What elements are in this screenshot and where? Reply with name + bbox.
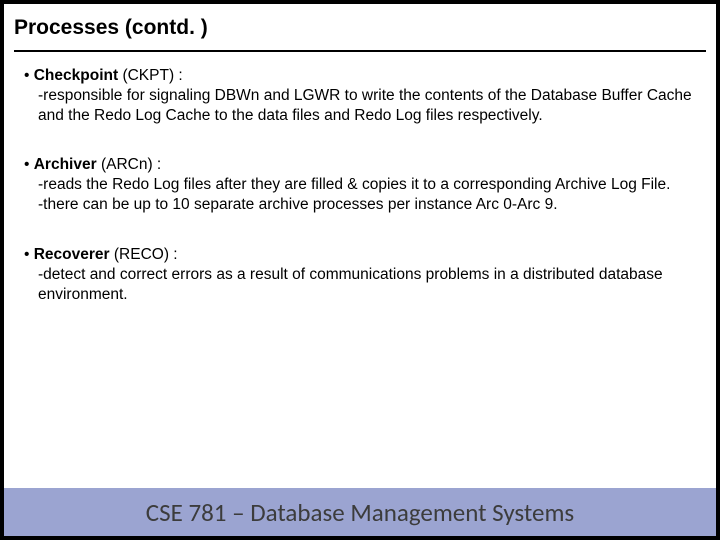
bullet-item: Checkpoint (CKPT) : -responsible for sig… xyxy=(24,66,698,125)
footer-text: CSE 781 – Database Management Systems xyxy=(146,497,574,528)
footer-bar: CSE 781 – Database Management Systems xyxy=(4,488,716,536)
bullet-rest: (RECO) : xyxy=(110,246,178,263)
bullet-detail: -reads the Redo Log files after they are… xyxy=(24,175,698,195)
bullet-detail: -detect and correct errors as a result o… xyxy=(24,265,698,305)
bullet-rest: (CKPT) : xyxy=(118,67,183,84)
slide: Processes (contd. ) Checkpoint (CKPT) : … xyxy=(4,4,716,536)
bullet-item: Recoverer (RECO) : -detect and correct e… xyxy=(24,245,698,304)
title-area: Processes (contd. ) xyxy=(4,4,716,46)
bullet-lead: Checkpoint (CKPT) : xyxy=(24,66,698,86)
bullet-rest: (ARCn) : xyxy=(97,156,162,173)
bullet-bold: Archiver xyxy=(34,156,97,173)
bullet-item: Archiver (ARCn) : -reads the Redo Log fi… xyxy=(24,155,698,214)
bullet-lead: Recoverer (RECO) : xyxy=(24,245,698,265)
content-area: Checkpoint (CKPT) : -responsible for sig… xyxy=(4,52,716,304)
bullet-detail: -there can be up to 10 separate archive … xyxy=(24,195,698,215)
bullet-detail: -responsible for signaling DBWn and LGWR… xyxy=(24,86,698,126)
bullet-lead: Archiver (ARCn) : xyxy=(24,155,698,175)
bullet-bold: Recoverer xyxy=(34,246,110,263)
bullet-bold: Checkpoint xyxy=(34,67,118,84)
slide-title: Processes (contd. ) xyxy=(14,16,706,40)
